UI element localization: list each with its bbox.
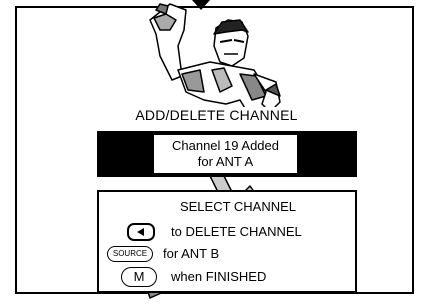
menu-key-icon[interactable]: M	[121, 267, 157, 287]
left-arrow-key-icon[interactable]	[127, 223, 155, 241]
status-message: Channel 19 Added for ANT A	[154, 135, 297, 173]
screen-title-text: ADD/DELETE CHANNEL	[132, 107, 301, 123]
status-banner: Channel 19 Added for ANT A	[97, 131, 357, 177]
options-header: SELECT CHANNEL	[179, 199, 297, 214]
status-line-1: Channel 19 Added	[172, 138, 279, 153]
option-label: for ANT B	[163, 246, 220, 261]
status-line-2: for ANT A	[197, 154, 254, 169]
screen-title: ADD/DELETE CHANNEL	[0, 107, 433, 123]
option-label: to DELETE CHANNEL	[171, 224, 302, 239]
options-panel: SELECT CHANNEL to DELETE CHANNEL SOURCE …	[97, 190, 357, 293]
left-triangle-icon	[137, 228, 144, 236]
option-label: when FINISHED	[171, 269, 267, 284]
source-key-icon[interactable]: SOURCE	[107, 246, 153, 262]
